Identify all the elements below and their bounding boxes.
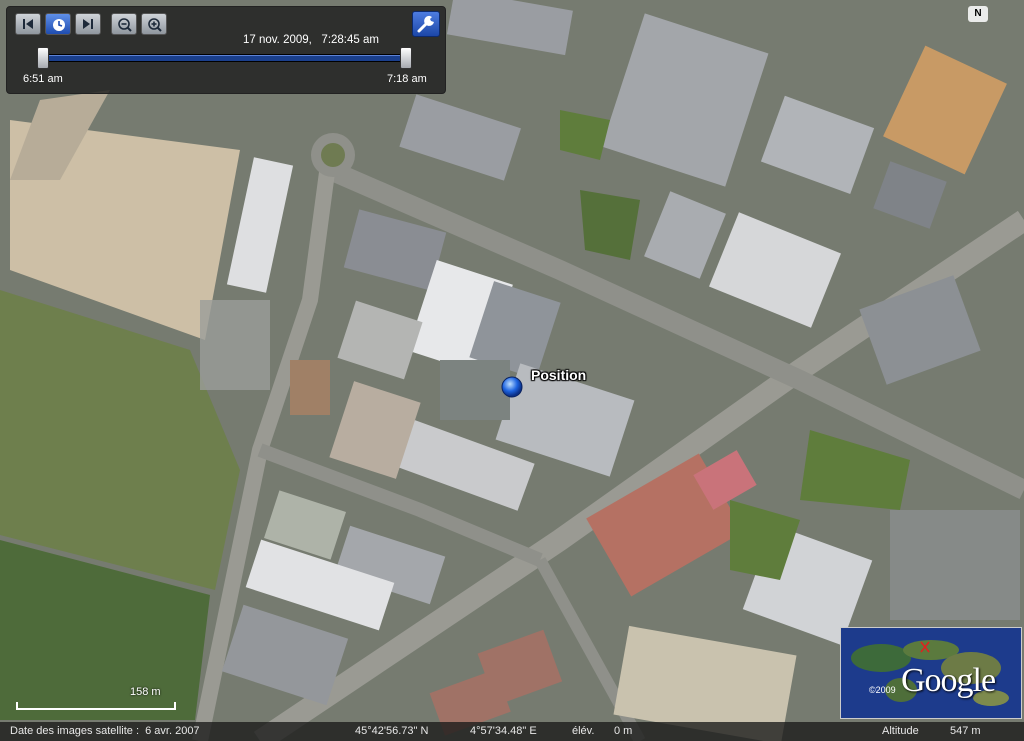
north-compass[interactable]: N bbox=[968, 6, 988, 22]
altitude-label: Altitude bbox=[882, 725, 919, 737]
zoom-in-icon bbox=[148, 18, 162, 32]
altitude-readout: 547 m bbox=[950, 725, 981, 737]
time-slider-start-handle[interactable] bbox=[37, 47, 49, 69]
status-bar: Date des images satellite : 6 avr. 2007 … bbox=[0, 722, 1024, 741]
wrench-icon bbox=[417, 15, 434, 33]
time-slider-track[interactable] bbox=[43, 54, 411, 62]
current-datetime: 17 nov. 2009, 7:28:45 am bbox=[243, 34, 379, 46]
scale-label: 158 m bbox=[130, 686, 161, 698]
skip-back-button[interactable] bbox=[15, 13, 41, 35]
zoom-out-button[interactable] bbox=[111, 13, 137, 35]
skip-forward-button[interactable] bbox=[75, 13, 101, 35]
position-marker-icon[interactable] bbox=[501, 376, 523, 398]
zoom-in-button[interactable] bbox=[141, 13, 167, 35]
time-slider-panel: 17 nov. 2009, 7:28:45 am 6:51 am 7:18 am bbox=[6, 6, 446, 94]
skip-back-icon bbox=[23, 19, 33, 29]
play-button[interactable] bbox=[45, 13, 71, 35]
copyright-label: ©2009 bbox=[869, 685, 896, 695]
longitude-readout: 4°57'34.48" E bbox=[470, 725, 537, 737]
settings-button[interactable] bbox=[412, 11, 440, 37]
start-time-label: 6:51 am bbox=[23, 73, 63, 85]
time-slider-end-handle[interactable] bbox=[400, 47, 412, 69]
play-clock-icon bbox=[53, 19, 65, 31]
elevation-readout: 0 m bbox=[614, 725, 633, 737]
google-logo: Google bbox=[901, 662, 996, 699]
end-time-label: 7:18 am bbox=[387, 73, 427, 85]
imagery-date: Date des images satellite : 6 avr. 2007 bbox=[10, 725, 200, 737]
latitude-readout: 45°42'56.73" N bbox=[355, 725, 429, 737]
position-label: Position bbox=[531, 367, 587, 383]
elevation-label: élév. bbox=[572, 725, 595, 737]
zoom-out-icon bbox=[118, 18, 132, 32]
scale-bar bbox=[16, 702, 176, 710]
skip-forward-icon bbox=[83, 19, 93, 29]
